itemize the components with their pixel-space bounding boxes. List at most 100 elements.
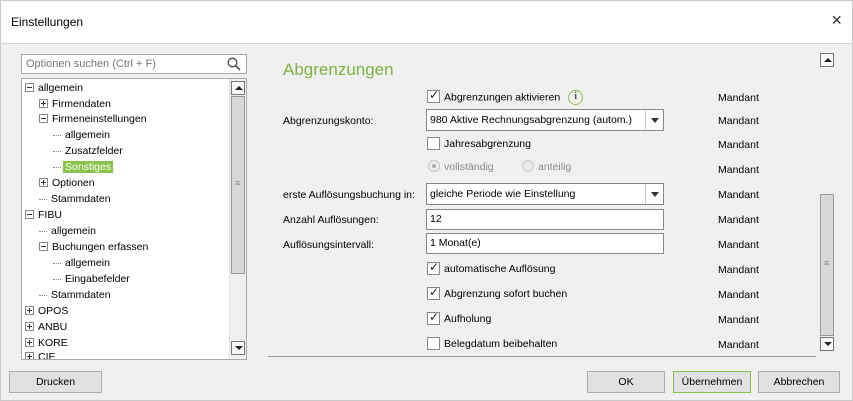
tree-item-firmeneinstellungen[interactable]: Firmeneinstellungen [39, 113, 149, 126]
tree-item-stammdaten[interactable]: Stammdaten [39, 193, 113, 206]
search-field[interactable] [21, 54, 247, 74]
radio-vollstaendig[interactable]: vollständig [428, 160, 494, 174]
abgrenzung-sofort-buchen-checkbox[interactable]: Abgrenzung sofort buchen [427, 285, 567, 301]
ok-button[interactable]: OK [587, 371, 665, 393]
tree-connector [53, 134, 61, 136]
tree-item-eingabefelder[interactable]: Eingabefelder [53, 273, 132, 286]
scope-label: Mandant [718, 314, 759, 326]
window-titlebar: Einstellungen × [0, 0, 853, 44]
tree-connector [53, 278, 61, 280]
scroll-up-icon[interactable] [820, 53, 834, 67]
tree-connector [39, 230, 47, 232]
tree-item-fibu-stammdaten[interactable]: Stammdaten [39, 289, 113, 302]
select-value: 980 Aktive Rechnungsabgrenzung (autom.) [430, 114, 632, 126]
settings-scrollbar[interactable]: ≡ [819, 50, 836, 356]
aufholung-checkbox[interactable]: Aufholung [427, 310, 491, 326]
settings-scroll-thumb[interactable]: ≡ [820, 194, 834, 336]
expand-icon[interactable] [39, 98, 48, 108]
tree-connector [53, 150, 61, 152]
scope-label: Mandant [718, 92, 759, 104]
tree-item-label: KORE [38, 337, 68, 349]
tree-item-firmendaten[interactable]: Firmendaten [39, 98, 113, 111]
collapse-icon[interactable] [39, 241, 48, 251]
collapse-icon[interactable] [25, 209, 34, 219]
scope-label: Mandant [718, 289, 759, 301]
section-title: Abgrenzungen [283, 60, 394, 79]
close-icon[interactable]: × [831, 10, 842, 31]
search-icon[interactable] [227, 57, 241, 71]
tree-item-cie[interactable]: CIE [25, 351, 58, 360]
aufloesungsintervall-input[interactable]: 1 Monat(e) [426, 233, 664, 254]
expand-icon[interactable] [25, 337, 34, 347]
tree-item-optionen[interactable]: Optionen [39, 177, 97, 190]
anzahl-aufloesungen-label: Anzahl Auflösungen: [283, 214, 379, 226]
checkbox-box[interactable] [427, 136, 440, 150]
expand-icon[interactable] [39, 177, 48, 187]
tree-item-label: OPOS [38, 305, 69, 317]
tree-item-anbu[interactable]: ANBU [25, 321, 69, 334]
checkbox-label: Abgrenzungen aktivieren [444, 91, 561, 104]
tree-item-kore[interactable]: KORE [25, 337, 70, 350]
abgrenzungen-aktivieren-checkbox[interactable]: Abgrenzungen aktivieren i [427, 88, 584, 105]
apply-button[interactable]: Übernehmen [673, 371, 751, 393]
checkbox-box[interactable] [427, 285, 440, 300]
scope-label: Mandant [718, 264, 759, 276]
tree-item-fibu[interactable]: FIBU [25, 209, 64, 222]
scroll-up-icon[interactable] [231, 81, 245, 95]
tree-item-fibu-allgemein[interactable]: allgemein [39, 225, 98, 238]
select-value: gleiche Periode wie Einstellung [430, 188, 576, 200]
aufloesungsintervall-label: Auflösungsintervall: [283, 239, 375, 251]
tree-item-zusatzfelder[interactable]: Zusatzfelder [53, 145, 125, 158]
tree-item-label: Zusatzfelder [65, 145, 123, 157]
anzahl-aufloesungen-input[interactable]: 12 [426, 209, 664, 230]
checkbox-box[interactable] [427, 260, 440, 275]
scroll-down-icon[interactable] [231, 341, 245, 355]
checkbox-label: automatische Auflösung [444, 263, 556, 275]
tree-scroll-thumb[interactable]: ≡ [231, 96, 245, 274]
tree-item-sonstiges[interactable]: Sonstiges [53, 161, 114, 174]
automatische-aufloesung-checkbox[interactable]: automatische Auflösung [427, 260, 556, 276]
abgrenzungskonto-select[interactable]: 980 Aktive Rechnungsabgrenzung (autom.) [426, 109, 664, 131]
scope-label: Mandant [718, 214, 759, 226]
tree-scrollbar[interactable]: ≡ [229, 79, 246, 359]
chevron-down-icon[interactable] [645, 184, 663, 204]
info-icon[interactable]: i [568, 90, 584, 105]
tree-item-buchungen-erfassen[interactable]: Buchungen erfassen [39, 241, 150, 254]
erste-aufloesung-label: erste Auflösungsbuchung in: [283, 189, 415, 201]
expand-icon[interactable] [25, 321, 34, 331]
tree-item-buchungen-allgemein[interactable]: allgemein [53, 257, 112, 270]
collapse-icon[interactable] [25, 82, 34, 92]
radio-anteilig[interactable]: anteilig [522, 160, 571, 174]
tree-item-label: Eingabefelder [65, 273, 130, 285]
tree-item-label: Sonstiges [63, 161, 114, 173]
erste-aufloesung-select[interactable]: gleiche Periode wie Einstellung [426, 183, 664, 205]
tree-item-opos[interactable]: OPOS [25, 305, 70, 318]
search-input[interactable] [22, 55, 218, 73]
cancel-button[interactable]: Abbrechen [758, 371, 840, 393]
radio-label: vollständig [444, 161, 494, 173]
abgrenzungskonto-label: Abgrenzungskonto: [283, 115, 374, 127]
tree-item-label: Optionen [52, 177, 95, 189]
chevron-down-icon[interactable] [645, 110, 663, 130]
scroll-down-icon[interactable] [820, 337, 834, 351]
checkbox-box[interactable] [427, 310, 440, 325]
checkbox-box[interactable] [427, 336, 440, 350]
jahresabgrenzung-checkbox[interactable]: Jahresabgrenzung [427, 136, 531, 151]
scope-label: Mandant [718, 139, 759, 151]
collapse-icon[interactable] [39, 113, 48, 123]
divider [268, 356, 816, 357]
tree-connector [53, 262, 61, 264]
tree-item-allgemein-firmeneinstellungen[interactable]: allgemein [53, 129, 112, 142]
expand-icon[interactable] [25, 351, 34, 359]
tree-item-label: Firmeneinstellungen [52, 113, 147, 125]
radio-dot[interactable] [522, 160, 534, 173]
checkbox-box[interactable] [427, 88, 440, 103]
tree-item-allgemein[interactable]: allgemein [25, 82, 85, 95]
radio-dot[interactable] [428, 160, 440, 173]
tree-connector [39, 294, 47, 296]
options-tree[interactable]: allgemein Firmendaten Firmeneinstellunge… [21, 78, 247, 360]
print-button[interactable]: Drucken [9, 371, 102, 393]
tree-item-label: CIE [38, 351, 56, 360]
belegdatum-beibehalten-checkbox[interactable]: Belegdatum beibehalten [427, 336, 557, 351]
expand-icon[interactable] [25, 305, 34, 315]
